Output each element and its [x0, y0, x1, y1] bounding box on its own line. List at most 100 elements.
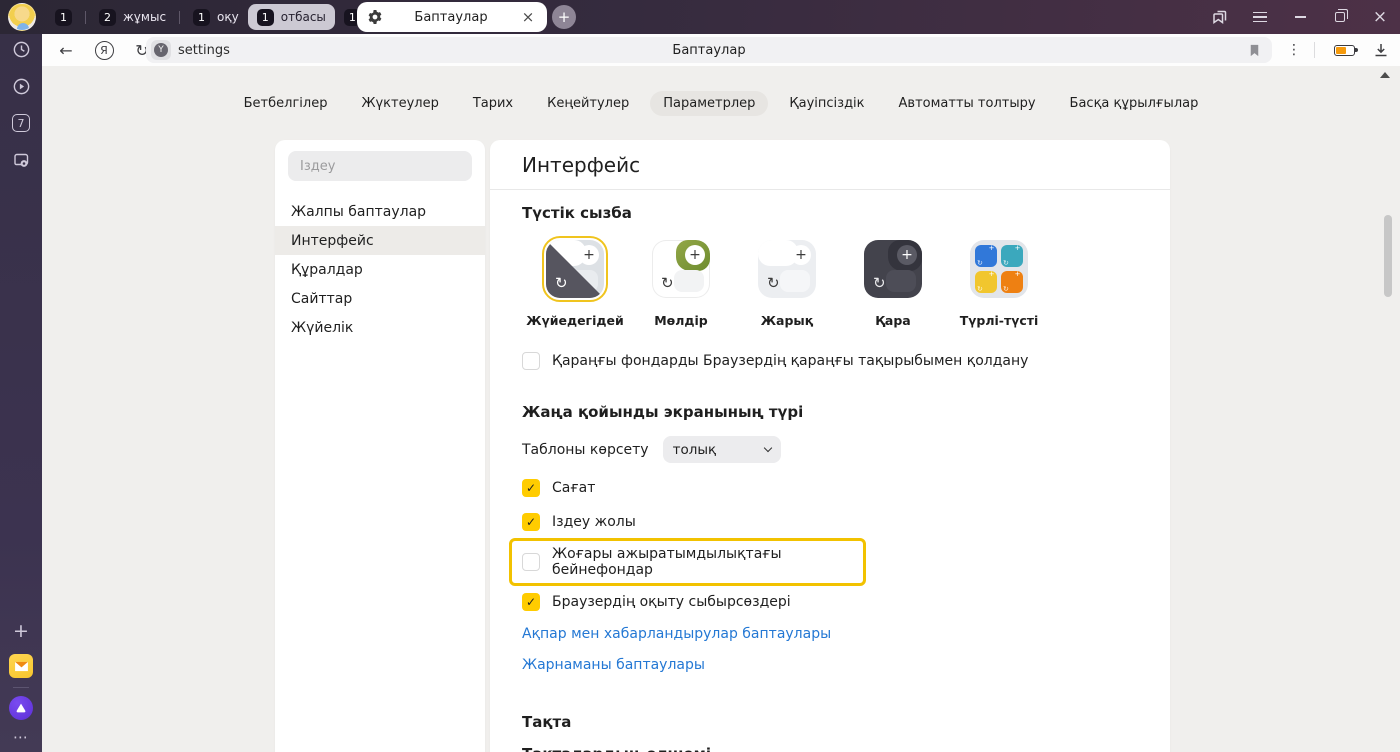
minimize-icon[interactable]	[1280, 0, 1320, 34]
more-options-icon[interactable]: ⋯	[0, 728, 42, 746]
theme-picker: + ↻ Жүйедегідей +	[522, 236, 1138, 328]
theme-label: Жүйедегідей	[526, 313, 623, 328]
nav-security[interactable]: Қауіпсіздік	[776, 91, 877, 116]
yandex-logo-icon[interactable]: Я	[90, 34, 118, 66]
plus-icon: +	[897, 245, 917, 265]
theme-dark[interactable]: + ↻ Қара	[840, 236, 946, 328]
profile-avatar[interactable]	[8, 3, 36, 31]
theme-colorful[interactable]: Түрлі-түсті	[946, 236, 1052, 328]
color-scheme-title: Түстік сызба	[522, 204, 1138, 222]
tableau-row: Таблоны көрсету толық	[522, 436, 1138, 463]
settings-nav: Бетбелгілер Жүктеулер Тарих Кеңейтулер П…	[42, 91, 1400, 116]
bookmark-flag-icon[interactable]	[1242, 34, 1266, 66]
tab-group-label: оқу	[217, 10, 239, 24]
battery-icon[interactable]	[1326, 34, 1362, 66]
checkbox-label: Жоғары ажыратымдылықтағы бейнефондар	[552, 546, 853, 578]
theme-transparent[interactable]: + ↻ Мөлдір	[628, 236, 734, 328]
nav-autofill[interactable]: Автоматты толтыру	[886, 91, 1049, 116]
tableau-select[interactable]: толық	[663, 436, 781, 463]
tab-group-family[interactable]: 1 отбасы	[248, 4, 335, 30]
sidebar-item-general[interactable]: Жалпы баптаулар	[275, 197, 485, 226]
scrollbar-thumb[interactable]	[1384, 215, 1392, 297]
checkbox-search-bar[interactable]: ✓	[522, 513, 540, 531]
back-icon[interactable]: ←	[52, 34, 80, 66]
browser-tips-row: ✓ Браузердің оқыту сыбырсөздері	[522, 593, 1138, 611]
rail-divider	[13, 687, 29, 688]
theme-system[interactable]: + ↻ Жүйедегідей	[522, 236, 628, 328]
close-tab-icon[interactable]: ×	[519, 8, 537, 26]
chevron-down-icon	[763, 444, 771, 452]
clock-row: ✓ Сағат	[522, 479, 1138, 497]
theme-label: Түрлі-түсті	[960, 313, 1039, 328]
kebab-menu-icon[interactable]: ⋮	[1282, 34, 1306, 66]
group-separator	[85, 11, 86, 24]
gear-icon	[367, 9, 383, 25]
sidebar-item-tools[interactable]: Құралдар	[275, 255, 485, 284]
plus-icon: +	[579, 245, 599, 265]
mail-icon[interactable]	[0, 654, 42, 678]
screenshot-icon[interactable]	[0, 150, 42, 170]
address-bar[interactable]: Y settings Баптаулар	[146, 37, 1272, 63]
window-controls: ×	[1200, 0, 1400, 34]
tab-group-1[interactable]: 1	[46, 4, 81, 30]
checkbox-dark-backgrounds[interactable]	[522, 352, 540, 370]
tab-count-badge: 2	[99, 9, 116, 26]
scroll-up-arrow[interactable]	[1380, 72, 1390, 78]
card-header: Интерфейс	[490, 140, 1170, 190]
ads-settings-link[interactable]: Жарнаманы баптаулары	[522, 657, 1138, 673]
tab-group-label: отбасы	[281, 10, 326, 24]
widget-7-icon[interactable]: 7	[0, 114, 42, 132]
sidebar-item-interface[interactable]: Интерфейс	[275, 226, 485, 255]
toolbar-divider	[1314, 42, 1315, 58]
blue-tile	[975, 245, 997, 267]
panel-section-title: Тақта	[522, 713, 1138, 731]
nav-other-devices[interactable]: Басқа құрылғылар	[1057, 91, 1212, 116]
selected-theme-ring: + ↻	[542, 236, 608, 302]
new-tab-section-title: Жаңа қойынды экранының түрі	[522, 403, 1138, 421]
tab-group-label: жұмыс	[123, 10, 166, 24]
media-play-icon[interactable]	[0, 77, 42, 96]
interface-settings-card: Интерфейс Түстік сызба + ↻	[490, 140, 1170, 752]
tab-bar: 1 2 жұмыс 1 оқу 1 отбасы 1 хобби	[0, 0, 1400, 34]
restore-icon[interactable]	[1320, 0, 1360, 34]
nav-extensions[interactable]: Кеңейтулер	[534, 91, 642, 116]
nav-history[interactable]: Тарих	[460, 91, 526, 116]
tab-group-work[interactable]: 2 жұмыс	[90, 4, 175, 30]
search-input[interactable]	[288, 151, 472, 181]
settings-sections-list: Жалпы баптаулар Интерфейс Құралдар Сайтт…	[275, 197, 485, 342]
sidebar-item-sites[interactable]: Сайттар	[275, 284, 485, 313]
checkbox-label: Іздеу жолы	[552, 514, 636, 530]
teal-tile	[1001, 245, 1023, 267]
news-notifications-settings-link[interactable]: Ақпар мен хабарландырулар баптаулары	[522, 626, 1138, 642]
menu-icon[interactable]	[1240, 0, 1280, 34]
omnibox-page-title: Баптаулар	[146, 37, 1272, 63]
history-icon[interactable]	[0, 40, 42, 59]
nav-bookmarks[interactable]: Бетбелгілер	[231, 91, 341, 116]
tab-group-study[interactable]: 1 оқу	[184, 4, 248, 30]
dark-backgrounds-row: Қараңғы фондарды Браузердің қараңғы тақы…	[522, 352, 1138, 370]
theme-label: Қара	[875, 313, 911, 328]
active-tab-settings[interactable]: Баптаулар ×	[357, 2, 547, 32]
close-window-icon[interactable]: ×	[1360, 0, 1400, 34]
nav-settings[interactable]: Параметрлер	[650, 91, 768, 116]
checkbox-clock[interactable]: ✓	[522, 479, 540, 497]
add-panel-icon[interactable]: +	[0, 620, 42, 642]
refresh-icon: ↻	[873, 274, 886, 292]
tab-panels-icon[interactable]	[1200, 0, 1240, 34]
refresh-icon: ↻	[767, 274, 780, 292]
theme-light[interactable]: + ↻ Жарық	[734, 236, 840, 328]
downloads-icon[interactable]	[1366, 34, 1396, 66]
browser-window: 1 2 жұмыс 1 оқу 1 отбасы 1 хобби	[0, 0, 1400, 752]
new-tab-button[interactable]: +	[552, 5, 576, 29]
yellow-tile	[975, 271, 997, 293]
checkbox-hd-video-backgrounds[interactable]	[522, 553, 540, 571]
orange-tile	[1001, 271, 1023, 293]
nav-downloads[interactable]: Жүктеулер	[348, 91, 451, 116]
refresh-icon: ↻	[661, 274, 674, 292]
sidebar-item-system[interactable]: Жүйелік	[275, 313, 485, 342]
alice-assistant-icon[interactable]	[0, 696, 42, 720]
tab-count-badge: 1	[55, 9, 72, 26]
checkbox-browser-tips[interactable]: ✓	[522, 593, 540, 611]
rail-badge: 7	[12, 114, 30, 132]
checkbox-label: Сағат	[552, 480, 595, 496]
